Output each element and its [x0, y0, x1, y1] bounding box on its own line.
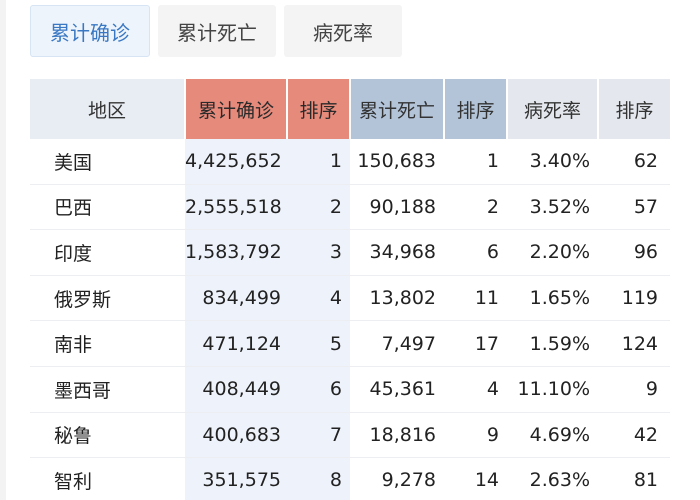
cell-deaths: 90,188: [350, 184, 444, 231]
cell-fatality-rate: 2.63%: [507, 457, 598, 500]
cell-confirmed: 4,425,652: [185, 139, 287, 185]
header-fatality-rate[interactable]: 病死率: [507, 79, 599, 139]
table-row[interactable]: 美国 4,425,652 1 150,683 1 3.40% 62: [30, 139, 670, 185]
cell-rank-confirmed: 6: [287, 366, 350, 413]
cell-rank-confirmed: 3: [287, 229, 350, 276]
cell-deaths: 150,683: [350, 139, 444, 185]
left-edge-divider: [0, 0, 6, 500]
tab-confirmed[interactable]: 累计确诊: [30, 5, 150, 57]
cell-rank-deaths: 11: [444, 275, 507, 322]
cell-rank-rate: 124: [598, 320, 670, 367]
cell-region: 秘鲁: [30, 412, 185, 459]
cell-fatality-rate: 2.20%: [507, 229, 598, 276]
table-row[interactable]: 秘鲁 400,683 7 18,816 9 4.69% 42: [30, 412, 670, 459]
header-rank-confirmed[interactable]: 排序: [287, 79, 351, 139]
cell-rank-confirmed: 2: [287, 184, 350, 231]
cell-confirmed: 471,124: [185, 320, 287, 367]
table-row[interactable]: 印度 1,583,792 3 34,968 6 2.20% 96: [30, 229, 670, 276]
cell-confirmed: 1,583,792: [185, 229, 287, 276]
country-stats-table: 地区 累计确诊 排序 累计死亡 排序 病死率 排序 美国 4,425,652 1…: [30, 79, 670, 500]
cell-rank-confirmed: 4: [287, 275, 350, 322]
cell-region: 美国: [30, 139, 185, 185]
cell-fatality-rate: 11.10%: [507, 366, 598, 413]
cell-fatality-rate: 4.69%: [507, 412, 598, 459]
cell-rank-deaths: 2: [444, 184, 507, 231]
table-row[interactable]: 智利 351,575 8 9,278 14 2.63% 81: [30, 457, 670, 500]
cell-region: 印度: [30, 229, 185, 276]
cell-rank-rate: 42: [598, 412, 670, 459]
cell-rank-rate: 9: [598, 366, 670, 413]
table-row[interactable]: 南非 471,124 5 7,497 17 1.59% 124: [30, 320, 670, 367]
cell-fatality-rate: 3.52%: [507, 184, 598, 231]
cell-rank-deaths: 6: [444, 229, 507, 276]
cell-fatality-rate: 3.40%: [507, 139, 598, 185]
cell-rank-rate: 57: [598, 184, 670, 231]
table-row[interactable]: 巴西 2,555,518 2 90,188 2 3.52% 57: [30, 184, 670, 231]
tab-deaths[interactable]: 累计死亡: [158, 5, 276, 57]
cell-region: 智利: [30, 457, 185, 500]
cell-confirmed: 2,555,518: [185, 184, 287, 231]
cell-region: 南非: [30, 320, 185, 367]
cell-rank-confirmed: 1: [287, 139, 350, 185]
cell-rank-confirmed: 7: [287, 412, 350, 459]
cell-confirmed: 351,575: [185, 457, 287, 500]
cell-deaths: 18,816: [350, 412, 444, 459]
cell-confirmed: 400,683: [185, 412, 287, 459]
cell-rank-deaths: 1: [444, 139, 507, 185]
tab-fatality-rate[interactable]: 病死率: [284, 5, 402, 57]
cell-deaths: 9,278: [350, 457, 444, 500]
cell-region: 墨西哥: [30, 366, 185, 413]
cell-fatality-rate: 1.65%: [507, 275, 598, 322]
cell-deaths: 7,497: [350, 320, 444, 367]
tab-bar: 累计确诊 累计死亡 病死率: [30, 5, 402, 57]
cell-confirmed: 834,499: [185, 275, 287, 322]
cell-region: 俄罗斯: [30, 275, 185, 322]
header-rank-deaths[interactable]: 排序: [444, 79, 508, 139]
header-confirmed[interactable]: 累计确诊: [185, 79, 288, 139]
cell-rank-deaths: 17: [444, 320, 507, 367]
cell-fatality-rate: 1.59%: [507, 320, 598, 367]
cell-deaths: 13,802: [350, 275, 444, 322]
cell-rank-deaths: 14: [444, 457, 507, 500]
header-rank-rate[interactable]: 排序: [598, 79, 670, 139]
table-row[interactable]: 俄罗斯 834,499 4 13,802 11 1.65% 119: [30, 275, 670, 322]
cell-deaths: 45,361: [350, 366, 444, 413]
cell-rank-rate: 119: [598, 275, 670, 322]
header-deaths[interactable]: 累计死亡: [350, 79, 445, 139]
cell-region: 巴西: [30, 184, 185, 231]
cell-rank-deaths: 9: [444, 412, 507, 459]
page: 累计确诊 累计死亡 病死率 地区 累计确诊 排序 累计死亡 排序 病死率 排序: [0, 0, 700, 500]
cell-rank-confirmed: 8: [287, 457, 350, 500]
table-header-row: 地区 累计确诊 排序 累计死亡 排序 病死率 排序: [30, 79, 670, 139]
cell-rank-deaths: 4: [444, 366, 507, 413]
cell-rank-rate: 96: [598, 229, 670, 276]
cell-rank-confirmed: 5: [287, 320, 350, 367]
cell-rank-rate: 62: [598, 139, 670, 185]
cell-confirmed: 408,449: [185, 366, 287, 413]
table-row[interactable]: 墨西哥 408,449 6 45,361 4 11.10% 9: [30, 366, 670, 413]
cell-deaths: 34,968: [350, 229, 444, 276]
cell-rank-rate: 81: [598, 457, 670, 500]
header-region[interactable]: 地区: [30, 79, 186, 139]
